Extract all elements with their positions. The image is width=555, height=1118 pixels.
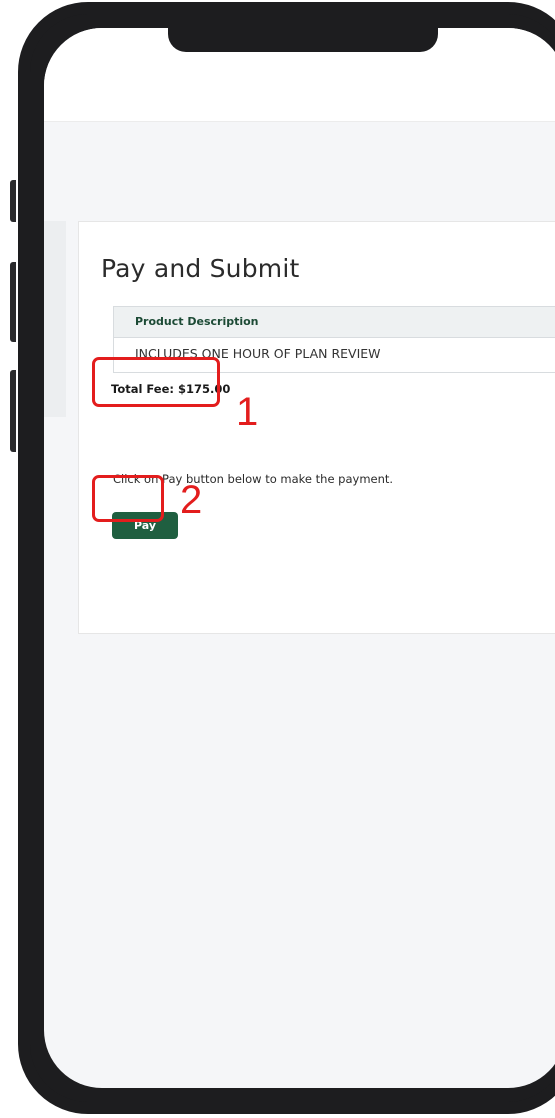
phone-notch xyxy=(168,28,438,52)
phone-volume-up-button xyxy=(10,262,16,342)
product-table: Product Description INCLUDES ONE HOUR OF… xyxy=(113,306,555,373)
annotation-label-1: 1 xyxy=(236,390,259,434)
page-title: Pay and Submit xyxy=(101,254,300,283)
phone-silent-switch xyxy=(10,180,16,222)
table-row: INCLUDES ONE HOUR OF PLAN REVIEW xyxy=(114,338,555,372)
pay-button[interactable]: Pay xyxy=(112,512,178,539)
product-description-cell: INCLUDES ONE HOUR OF PLAN REVIEW xyxy=(135,346,381,361)
side-panel-edge xyxy=(44,221,66,417)
table-header-product-description: Product Description xyxy=(114,307,555,338)
payment-card: Pay and Submit Product Description INCLU… xyxy=(78,221,555,634)
status-bar xyxy=(44,28,555,122)
phone-screen: Pay and Submit Product Description INCLU… xyxy=(44,28,555,1088)
phone-volume-down-button xyxy=(10,370,16,452)
phone-frame: Pay and Submit Product Description INCLU… xyxy=(18,2,555,1114)
total-fee: Total Fee: $175.00 xyxy=(111,382,231,396)
pay-instruction-text: Click on Pay button below to make the pa… xyxy=(113,472,394,486)
annotation-label-2: 2 xyxy=(180,478,203,522)
